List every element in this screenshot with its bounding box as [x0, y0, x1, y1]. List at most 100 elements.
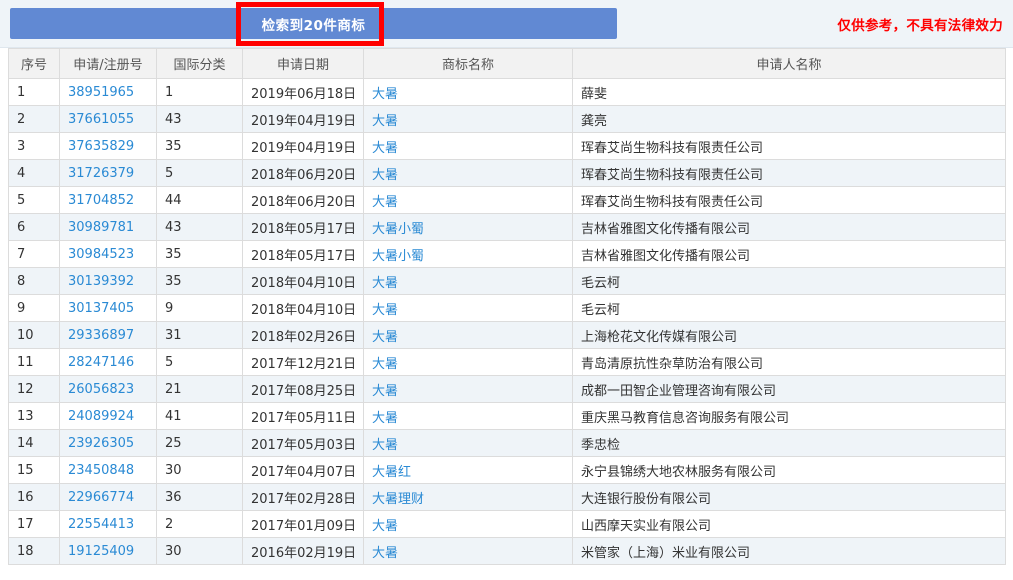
column-header-mark-name: 商标名称: [364, 49, 573, 79]
cell-sequence: 12: [9, 376, 60, 403]
cell-class: 9: [157, 295, 243, 322]
cell-reg-number-link[interactable]: 23450848: [68, 463, 134, 478]
cell-apply-date: 2018年06月20日: [243, 187, 364, 214]
cell-mark-name-link[interactable]: 大暑: [372, 276, 398, 291]
cell-mark-name: 大暑: [364, 511, 573, 538]
cell-reg-number-link[interactable]: 38951965: [68, 85, 134, 100]
cell-reg-number: 28247146: [60, 349, 157, 376]
cell-reg-number: 19125409: [60, 538, 157, 565]
cell-sequence: 9: [9, 295, 60, 322]
cell-reg-number: 37661055: [60, 106, 157, 133]
cell-reg-number-link[interactable]: 29336897: [68, 328, 134, 343]
cell-reg-number-link[interactable]: 30989781: [68, 220, 134, 235]
cell-applicant: 珲春艾尚生物科技有限责任公司: [573, 187, 1006, 214]
cell-mark-name-link[interactable]: 大暑小蜀: [372, 222, 424, 237]
cell-class: 25: [157, 430, 243, 457]
table-row: 1523450848302017年04月07日大暑红永宁县锦绣大地农林服务有限公…: [9, 457, 1006, 484]
cell-mark-name-link[interactable]: 大暑: [372, 195, 398, 210]
cell-mark-name: 大暑: [364, 268, 573, 295]
cell-reg-number-link[interactable]: 31704852: [68, 193, 134, 208]
cell-mark-name-link[interactable]: 大暑: [372, 357, 398, 372]
legal-disclaimer-text: 仅供参考，不具有法律效力: [837, 0, 1003, 48]
cell-applicant: 吉林省雅图文化传播有限公司: [573, 241, 1006, 268]
cell-class: 35: [157, 268, 243, 295]
cell-sequence: 8: [9, 268, 60, 295]
cell-mark-name-link[interactable]: 大暑: [372, 168, 398, 183]
cell-class: 5: [157, 349, 243, 376]
cell-applicant: 季忠检: [573, 430, 1006, 457]
cell-sequence: 10: [9, 322, 60, 349]
table-row: 730984523352018年05月17日大暑小蜀吉林省雅图文化传播有限公司: [9, 241, 1006, 268]
table-body: 13895196512019年06月18日大暑薛斐237661055432019…: [9, 79, 1006, 565]
cell-apply-date: 2018年02月26日: [243, 322, 364, 349]
table-row: 830139392352018年04月10日大暑毛云柯: [9, 268, 1006, 295]
cell-mark-name: 大暑: [364, 106, 573, 133]
cell-applicant: 大连银行股份有限公司: [573, 484, 1006, 511]
column-header-sequence: 序号: [9, 49, 60, 79]
cell-applicant: 永宁县锦绣大地农林服务有限公司: [573, 457, 1006, 484]
cell-reg-number-link[interactable]: 37635829: [68, 139, 134, 154]
cell-reg-number: 22966774: [60, 484, 157, 511]
cell-sequence: 13: [9, 403, 60, 430]
cell-mark-name-link[interactable]: 大暑: [372, 330, 398, 345]
cell-class: 1: [157, 79, 243, 106]
cell-reg-number-link[interactable]: 23926305: [68, 436, 134, 451]
cell-reg-number: 30137405: [60, 295, 157, 322]
cell-reg-number-link[interactable]: 30139392: [68, 274, 134, 289]
cell-reg-number-link[interactable]: 30137405: [68, 301, 134, 316]
cell-class: 30: [157, 538, 243, 565]
cell-mark-name: 大暑理财: [364, 484, 573, 511]
cell-reg-number-link[interactable]: 26056823: [68, 382, 134, 397]
cell-mark-name-link[interactable]: 大暑: [372, 141, 398, 156]
cell-mark-name: 大暑: [364, 322, 573, 349]
table-header: 序号 申请/注册号 国际分类 申请日期 商标名称 申请人名称: [9, 49, 1006, 79]
cell-apply-date: 2017年02月28日: [243, 484, 364, 511]
cell-reg-number: 22554413: [60, 511, 157, 538]
cell-apply-date: 2018年05月17日: [243, 214, 364, 241]
cell-reg-number: 29336897: [60, 322, 157, 349]
cell-mark-name-link[interactable]: 大暑: [372, 411, 398, 426]
cell-reg-number-link[interactable]: 28247146: [68, 355, 134, 370]
cell-mark-name-link[interactable]: 大暑理财: [372, 492, 424, 507]
cell-reg-number-link[interactable]: 22966774: [68, 490, 134, 505]
cell-mark-name-link[interactable]: 大暑: [372, 438, 398, 453]
cell-mark-name: 大暑: [364, 430, 573, 457]
table-row: 1226056823212017年08月25日大暑成都一田智企业管理咨询有限公司: [9, 376, 1006, 403]
cell-reg-number: 30139392: [60, 268, 157, 295]
cell-sequence: 2: [9, 106, 60, 133]
cell-class: 43: [157, 214, 243, 241]
cell-mark-name-link[interactable]: 大暑: [372, 87, 398, 102]
cell-applicant: 珲春艾尚生物科技有限责任公司: [573, 133, 1006, 160]
cell-applicant: 毛云柯: [573, 268, 1006, 295]
cell-reg-number-link[interactable]: 19125409: [68, 544, 134, 559]
cell-sequence: 3: [9, 133, 60, 160]
cell-mark-name-link[interactable]: 大暑小蜀: [372, 249, 424, 264]
cell-class: 5: [157, 160, 243, 187]
results-table-container: 序号 申请/注册号 国际分类 申请日期 商标名称 申请人名称 1 38951965…: [8, 48, 1005, 565]
result-count-label: 检索到20件商标: [262, 14, 366, 34]
cell-reg-number: 30984523: [60, 241, 157, 268]
cell-mark-name-link[interactable]: 大暑: [372, 114, 398, 129]
cell-reg-number-link[interactable]: 24089924: [68, 409, 134, 424]
cell-mark-name-link[interactable]: 大暑红: [372, 465, 411, 480]
cell-mark-name: 大暑: [364, 79, 573, 106]
cell-reg-number-link[interactable]: 31726379: [68, 166, 134, 181]
cell-class: 44: [157, 187, 243, 214]
cell-apply-date: 2017年08月25日: [243, 376, 364, 403]
cell-sequence: 1: [9, 79, 60, 106]
cell-reg-number-link[interactable]: 22554413: [68, 517, 134, 532]
cell-sequence: 14: [9, 430, 60, 457]
cell-sequence: 7: [9, 241, 60, 268]
cell-mark-name-link[interactable]: 大暑: [372, 384, 398, 399]
cell-reg-number-link[interactable]: 30984523: [68, 247, 134, 262]
cell-sequence: 18: [9, 538, 60, 565]
table-row: 43172637952018年06月20日大暑珲春艾尚生物科技有限责任公司: [9, 160, 1006, 187]
cell-apply-date: 2017年01月09日: [243, 511, 364, 538]
table-row: 172255441322017年01月09日大暑山西摩天实业有限公司: [9, 511, 1006, 538]
cell-reg-number: 38951965: [60, 79, 157, 106]
cell-mark-name-link[interactable]: 大暑: [372, 546, 398, 561]
cell-mark-name-link[interactable]: 大暑: [372, 519, 398, 534]
cell-reg-number-link[interactable]: 37661055: [68, 112, 134, 127]
cell-mark-name-link[interactable]: 大暑: [372, 303, 398, 318]
cell-mark-name: 大暑: [364, 403, 573, 430]
